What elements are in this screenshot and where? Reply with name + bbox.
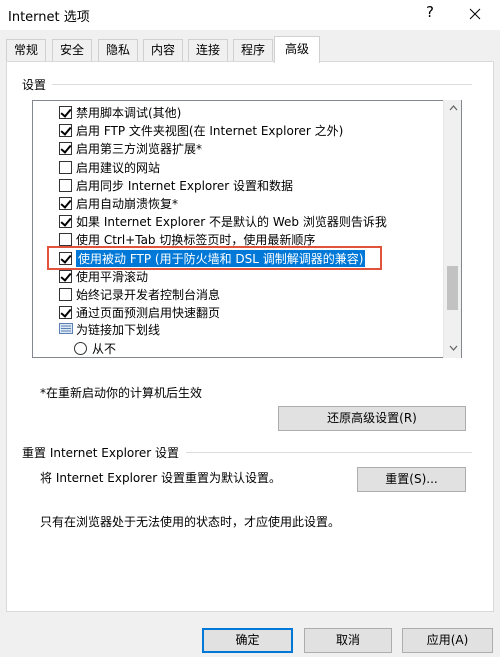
reset-warning: 只有在浏览器处于无法使用的状态时，才应使用此设置。 [40,515,341,529]
tab-content[interactable]: 内容 [143,39,183,62]
setting-label: 禁用脚本调试(其他) [76,106,182,120]
tab-security[interactable]: 安全 [52,39,92,62]
help-icon[interactable]: ? [420,3,440,25]
setting-label: 启用建议的网站 [76,161,161,175]
setting-checkbox[interactable] [59,270,72,283]
radio-never[interactable] [74,342,87,355]
annotation-box [47,246,382,270]
tab-privacy[interactable]: 隐私 [98,39,138,62]
settings-group-divider [52,84,472,85]
settings-folder-label: 为链接加下划线 [76,323,161,337]
settings-scrollbar[interactable] [443,100,461,358]
setting-checkbox[interactable] [59,179,72,192]
setting-checkbox[interactable] [59,233,72,246]
apply-button[interactable]: 应用(A) [402,628,493,653]
scroll-thumb[interactable] [447,266,458,310]
tab-general[interactable]: 常规 [6,39,46,62]
cancel-button[interactable]: 取消 [304,628,392,653]
close-icon[interactable] [460,2,490,26]
setting-label: 始终记录开发者控制台消息 [76,288,221,302]
radio-never-label: 从不 [92,342,117,356]
tab-strip: 常规 安全 隐私 内容 连接 程序 高级 [6,36,496,63]
setting-label: 如果 Internet Explorer 不是默认的 Web 浏览器则告诉我 [76,215,387,229]
setting-checkbox[interactable] [59,306,72,319]
reset-button[interactable]: 重置(S)... [357,467,466,492]
setting-checkbox[interactable] [59,161,72,174]
ok-button[interactable]: 确定 [202,628,293,653]
setting-label: 启用自动崩溃恢复* [76,197,179,211]
setting-checkbox[interactable] [59,124,72,137]
tab-advanced[interactable]: 高级 [274,36,320,63]
setting-label: 启用 FTP 文件夹视图(在 Internet Explorer 之外) [76,124,344,138]
title-bar: Internet 选项 ? [0,0,500,30]
scroll-up-icon[interactable] [444,100,462,118]
setting-checkbox[interactable] [59,288,72,301]
tab-programs[interactable]: 程序 [233,39,273,62]
folder-icon [59,322,73,334]
setting-checkbox[interactable] [59,197,72,210]
restore-advanced-button[interactable]: 还原高级设置(R) [278,406,466,431]
reset-group-label: 重置 Internet Explorer 设置 [22,446,180,460]
setting-checkbox[interactable] [59,142,72,155]
tab-connections[interactable]: 连接 [188,39,228,62]
setting-checkbox[interactable] [59,215,72,228]
setting-label: 通过页面预测启用快速翻页 [76,306,221,320]
scroll-down-icon[interactable] [444,340,462,358]
setting-checkbox[interactable] [59,106,72,119]
restart-note: *在重新启动你的计算机后生效 [40,386,203,400]
setting-label: 启用同步 Internet Explorer 设置和数据 [76,179,294,193]
window-title: Internet 选项 [8,10,90,25]
reset-group-divider [186,452,472,453]
settings-group-label: 设置 [22,78,47,92]
setting-label: 启用第三方浏览器扩展* [76,142,203,156]
setting-label: 使用平滑滚动 [76,270,149,284]
reset-description: 将 Internet Explorer 设置重置为默认设置。 [40,471,282,485]
